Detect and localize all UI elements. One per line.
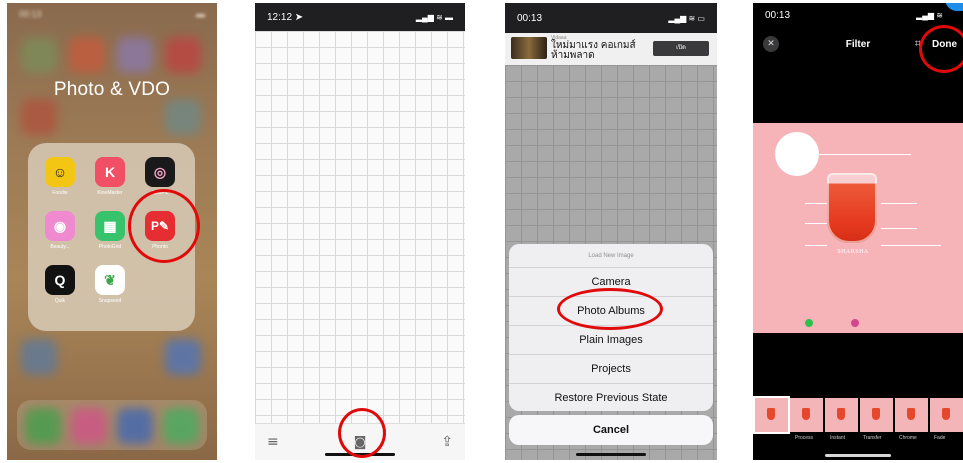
- decorative-line: [819, 154, 911, 155]
- status-time: 00:13: [517, 12, 543, 24]
- status-time: 00:13: [19, 9, 42, 19]
- foodie-icon: ☺: [45, 157, 75, 187]
- filter-label: Instant: [830, 435, 846, 441]
- status-icons: ▂▄▆ ≋ ▭: [668, 13, 705, 23]
- menu-icon[interactable]: ≡: [267, 434, 279, 450]
- juice-glass: [827, 173, 877, 243]
- line-icon: [163, 408, 199, 444]
- decorative-line: [881, 228, 917, 229]
- filter-label: Fade: [934, 435, 946, 441]
- blurred-app-icon: [165, 339, 201, 375]
- ad-text: ใหม่มาแรง คอเกมส์ ห้ามพลาด: [551, 41, 636, 61]
- app-beautyplus[interactable]: ◉ Beauty...: [40, 211, 80, 250]
- load-image-panel: 00:13 ▂▄▆ ≋ ▭ Vidaaa ใหม่มาแรง คอเกมส์ ห…: [505, 3, 717, 460]
- option-projects[interactable]: Projects: [509, 355, 713, 384]
- app-photogrid[interactable]: ▦ PhotoGrid: [90, 211, 130, 250]
- blurred-app-icon: [165, 37, 201, 73]
- blurred-app-icon: [21, 339, 57, 375]
- app-snapseed[interactable]: ❦ Snapseed: [90, 265, 130, 304]
- filter-thumb[interactable]: [753, 396, 790, 434]
- highlight-circle: [919, 25, 963, 73]
- canvas-panel: 12:12 ➤ ▂▄▆ ≋ ▬ ≡ ◙ ⇪: [255, 3, 465, 460]
- ad-banner[interactable]: Vidaaa ใหม่มาแรง คอเกมส์ ห้ามพลาด เปิด: [505, 33, 717, 65]
- home-indicator: [825, 454, 891, 457]
- filter-panel: 00:13 ▂▄▆ ≋ ✕ Filter ⌗ Done SHARSHA Proc…: [753, 3, 963, 460]
- app-quik[interactable]: Q Quik: [40, 265, 80, 304]
- status-bar: 12:12 ➤ ▂▄▆ ≋ ▬: [255, 3, 465, 31]
- option-restore-previous-state[interactable]: Restore Previous State: [509, 384, 713, 411]
- decorative-line: [881, 245, 941, 246]
- filter-label: Process: [795, 435, 814, 441]
- folder-title: Photo & VDO: [53, 79, 171, 100]
- blurred-app-icon: [69, 37, 105, 73]
- decorative-line: [805, 203, 827, 204]
- blurred-app-icon: [21, 37, 57, 73]
- app-label: Beauty...: [50, 244, 70, 250]
- option-plain-images[interactable]: Plain Images: [509, 326, 713, 355]
- share-icon[interactable]: ⇪: [441, 434, 453, 450]
- cancel-button[interactable]: Cancel: [509, 415, 713, 445]
- highlight-circle: [128, 189, 200, 263]
- highlight-circle: [338, 408, 386, 458]
- beautyplus-icon: ◉: [45, 211, 75, 241]
- filter-thumb[interactable]: [790, 398, 823, 432]
- instagram-icon: [851, 319, 859, 327]
- filter-thumb[interactable]: [895, 398, 928, 432]
- brand-text: SHARSHA: [837, 249, 869, 255]
- status-time: 12:12 ➤: [267, 11, 304, 23]
- app-label: Quik: [54, 298, 66, 304]
- dock: [17, 400, 207, 450]
- status-bar: 00:13 ▂▄▆ ≋ ▭: [505, 3, 717, 33]
- filter-thumb[interactable]: [860, 398, 893, 432]
- snapseed-icon: ❦: [95, 265, 125, 295]
- blurred-app-icon: [21, 99, 57, 135]
- app-label: Foodie: [52, 190, 68, 196]
- battery-icon: ▬: [196, 9, 205, 19]
- filter-thumb[interactable]: [825, 398, 858, 432]
- filter-strip: [753, 396, 963, 438]
- status-time: 00:13: [765, 9, 791, 21]
- status-icons: ▂▄▆ ≋: [916, 10, 943, 20]
- facebook-icon: [117, 408, 153, 444]
- decorative-circle: [775, 132, 819, 176]
- status-icons: ▂▄▆ ≋ ▬: [415, 12, 453, 22]
- photogrid-icon: ▦: [95, 211, 125, 241]
- app-label: PhotoGrid: [98, 244, 122, 250]
- filter-thumb[interactable]: [930, 398, 963, 432]
- ad-open-button[interactable]: เปิด: [653, 41, 709, 56]
- tutorial-collage: 00:13 ▬ Photo & VDO ☺ Foodie K KineMaste…: [0, 0, 963, 463]
- grid-canvas[interactable]: [255, 31, 465, 423]
- status-bar: 00:13 ▬: [19, 9, 205, 23]
- filter-labels: Process Instant Transfer Chrome Fade: [753, 435, 963, 445]
- filter-label: Transfer: [863, 435, 882, 441]
- ad-thumbnail: [511, 37, 547, 59]
- status-bar: 00:13 ▂▄▆ ≋: [753, 3, 963, 27]
- sheet-title: Load New Image: [509, 244, 713, 268]
- filter-label: Chrome: [899, 435, 917, 441]
- kinemaster-icon: K: [95, 157, 125, 187]
- decorative-line: [881, 203, 917, 204]
- splitpic-icon: ◎: [145, 157, 175, 187]
- app-label: KineMaster: [97, 190, 123, 196]
- app-label: Snapseed: [98, 298, 122, 304]
- decorative-line: [805, 245, 827, 246]
- blurred-app-icon: [165, 99, 201, 135]
- highlight-ellipse: [557, 288, 663, 330]
- line-icon: [805, 319, 813, 327]
- home-screen-panel: 00:13 ▬ Photo & VDO ☺ Foodie K KineMaste…: [7, 3, 217, 460]
- decorative-line: [805, 223, 827, 224]
- ad-text-line2: ห้ามพลาด: [551, 50, 595, 61]
- phone-icon: [25, 408, 61, 444]
- blurred-app-icon: [117, 37, 153, 73]
- photo-preview: SHARSHA: [753, 123, 963, 333]
- home-indicator: [576, 453, 646, 456]
- app-foodie[interactable]: ☺ Foodie: [40, 157, 80, 196]
- app-kinemaster[interactable]: K KineMaster: [90, 157, 130, 196]
- quik-icon: Q: [45, 265, 75, 295]
- instagram-icon: [71, 408, 107, 444]
